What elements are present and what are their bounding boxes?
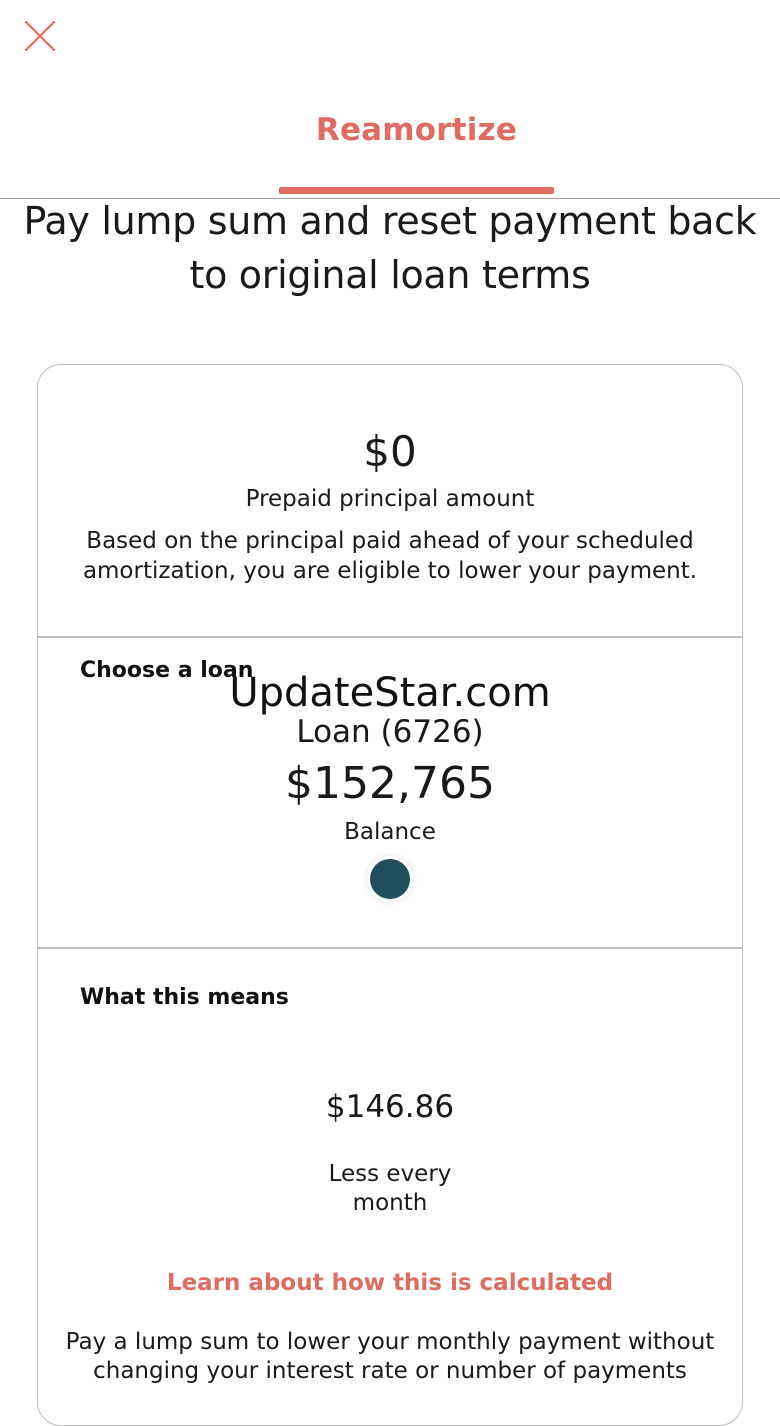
loan-name: Loan (6726) <box>296 714 484 750</box>
section-divider <box>38 636 742 638</box>
savings-amount: $146.86 <box>325 1089 455 1125</box>
tab-active-indicator <box>279 187 554 194</box>
close-icon <box>24 20 56 52</box>
reamortize-description: Pay a lump sum to lower your monthly pay… <box>65 1329 715 1384</box>
what-this-means-title: What this means <box>80 985 289 1010</box>
prepaid-amount: $0 <box>363 427 417 476</box>
prepaid-description: Based on the principal paid ahead of you… <box>82 528 698 584</box>
prepaid-label: Prepaid principal amount <box>245 486 535 512</box>
loan-balance-label: Balance <box>344 819 436 845</box>
savings-label: Less every month <box>328 1161 452 1216</box>
loan-balance: $152,765 <box>285 758 495 809</box>
tab-reamortize-label: Reamortize <box>315 112 518 148</box>
learn-calculation-link[interactable]: Learn about how this is calculated <box>38 1270 742 1296</box>
choose-loan-title: Choose a loan <box>80 658 254 683</box>
loan-selector-dot[interactable] <box>370 859 410 899</box>
tab-reamortize[interactable]: Reamortize <box>279 108 554 194</box>
page-headline: Pay lump sum and reset payment back to o… <box>23 199 757 297</box>
close-button[interactable] <box>20 16 60 56</box>
section-divider <box>38 947 742 949</box>
reamortize-card: $0 Prepaid principal amount Based on the… <box>37 364 743 1426</box>
